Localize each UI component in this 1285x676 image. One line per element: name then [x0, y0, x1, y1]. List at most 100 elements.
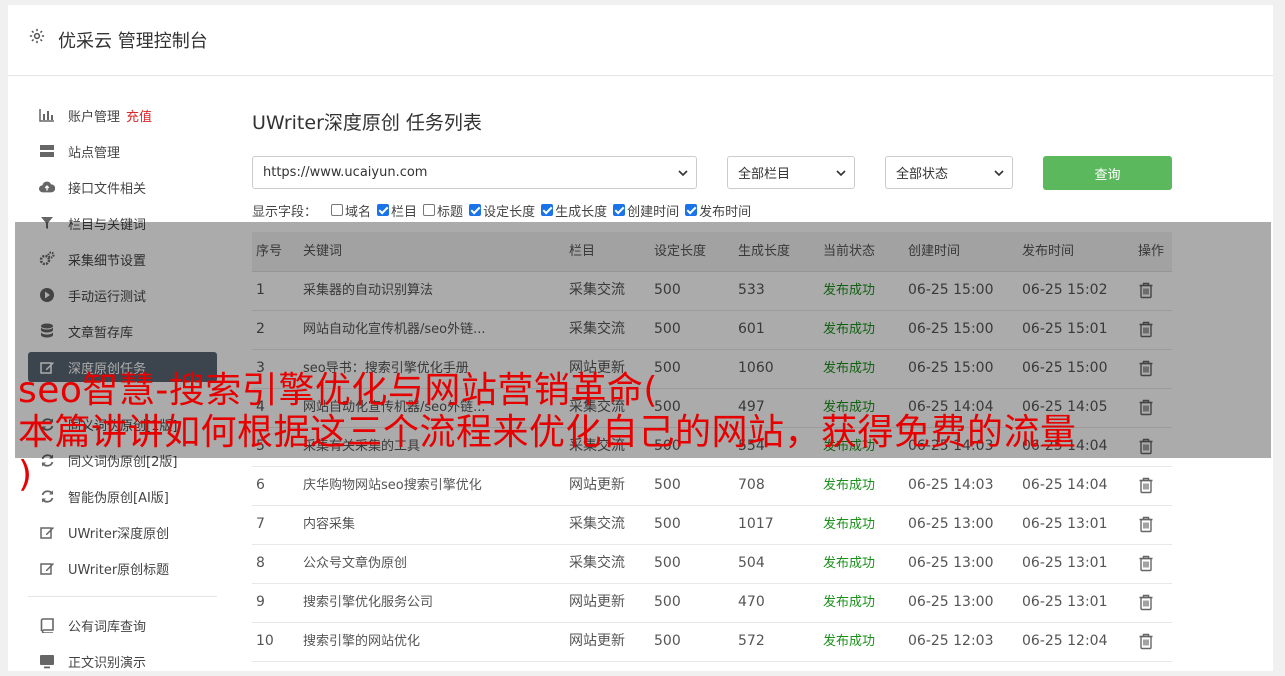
trash-icon[interactable]: [1138, 321, 1154, 338]
column-select-value: 全部栏目: [738, 167, 791, 182]
row-set-length: 500: [654, 321, 681, 337]
row-index: 1: [256, 282, 265, 298]
table-row: 7 内容采集 采集交流 500 1017 发布成功 06-25 13:00 06-25 13:…: [252, 505, 1172, 545]
checkbox[interactable]: [469, 204, 482, 216]
trash-icon[interactable]: [1138, 516, 1154, 533]
col-header-index: 序号: [256, 244, 283, 259]
sidebar-item-collect-settings[interactable]: 采集细节设置: [28, 244, 217, 274]
col-header-set-length: 设定长度: [654, 244, 707, 259]
field-checkbox-created[interactable]: 创建时间: [613, 201, 679, 220]
sidebar-item-article-store[interactable]: 文章暂存库: [28, 316, 217, 346]
filter-icon: [39, 215, 55, 231]
table-row: 9 搜索引擎优化服务公司 网站更新 500 470 发布成功 06-25 13:00 06-2…: [252, 583, 1172, 623]
row-column: 采集交流: [569, 516, 625, 532]
recharge-link[interactable]: 充值: [126, 106, 152, 125]
row-status: 发布成功: [823, 283, 876, 298]
sidebar-item-sites[interactable]: 站点管理: [28, 136, 217, 166]
row-column: 网站更新: [569, 633, 625, 649]
promo-headline-line2: 本篇讲讲如何根据这三个流程来优化自己的网站，获得免费的流量: [18, 412, 1077, 453]
checkbox-label: 标题: [437, 204, 464, 220]
row-created: 06-25 13:00: [908, 594, 994, 610]
col-header-published: 发布时间: [1022, 244, 1075, 259]
table-header-row: 序号 关键词 栏目 设定长度 生成长度 当前状态 创建时间 发布时间 操作: [252, 232, 1172, 272]
sidebar-item-interface-files[interactable]: 接口文件相关: [28, 172, 217, 202]
row-created: 06-25 15:00: [908, 282, 994, 298]
display-fields-label: 显示字段：: [252, 204, 318, 220]
sidebar-item-body-recognition[interactable]: 正文识别演示: [28, 646, 217, 676]
sidebar-item-label: 接口文件相关: [68, 181, 147, 197]
row-gen-length: 470: [738, 594, 765, 610]
sidebar-item-label: 正文识别演示: [68, 655, 147, 671]
sidebar-item-columns-keywords[interactable]: 栏目与关键词: [28, 208, 217, 238]
sidebar-item-uwriter-title[interactable]: UWriter原创标题: [28, 553, 217, 583]
col-header-keyword: 关键词: [303, 244, 343, 259]
row-index: 10: [256, 633, 274, 649]
sidebar-item-public-lexicon[interactable]: 公有词库查询: [28, 610, 217, 640]
checkbox[interactable]: [377, 204, 390, 216]
sidebar-item-account[interactable]: 账户管理 充值: [28, 100, 217, 130]
row-index: 9: [256, 594, 265, 610]
sidebar-item-label: UWriter原创标题: [68, 562, 170, 578]
col-header-status: 当前状态: [823, 244, 876, 259]
checkbox[interactable]: [331, 204, 344, 216]
checkbox-label: 创建时间: [627, 204, 680, 220]
row-gen-length: 1017: [738, 516, 774, 532]
field-checkbox-gen-length[interactable]: 生成长度: [541, 201, 607, 220]
row-keyword: 公众号文章伪原创: [303, 556, 408, 571]
edit-icon: [39, 560, 55, 576]
bar-chart-icon: [39, 107, 55, 123]
sidebar-item-uwriter-deep[interactable]: UWriter深度原创: [28, 517, 217, 547]
row-published: 06-25 13:01: [1022, 594, 1108, 610]
status-select[interactable]: 全部状态: [885, 156, 1013, 189]
server-icon: [39, 143, 55, 159]
sidebar-item-label: 站点管理: [68, 145, 121, 161]
field-checkbox-published[interactable]: 发布时间: [685, 201, 751, 220]
row-published: 06-25 13:01: [1022, 516, 1108, 532]
checkbox[interactable]: [613, 204, 626, 216]
column-select[interactable]: 全部栏目: [727, 156, 855, 189]
status-select-value: 全部状态: [896, 167, 949, 182]
site-select[interactable]: https://www.ucaiyun.com: [252, 156, 697, 189]
row-published: 06-25 12:04: [1022, 633, 1108, 649]
row-column: 网站更新: [569, 594, 625, 610]
row-set-length: 500: [654, 594, 681, 610]
sidebar-item-label: 手动运行测试: [68, 289, 147, 305]
query-button[interactable]: 查询: [1043, 156, 1172, 190]
row-status: 发布成功: [823, 322, 876, 337]
sidebar-item-manual-run[interactable]: 手动运行测试: [28, 280, 217, 310]
edit-icon: [39, 524, 55, 540]
row-gen-length: 533: [738, 282, 765, 298]
table-row: 1 采集器的自动识别算法 采集交流 500 533 发布成功 06-25 15:00 06-2…: [252, 271, 1172, 311]
row-published: 06-25 15:01: [1022, 321, 1108, 337]
site-select-value: https://www.ucaiyun.com: [263, 165, 428, 180]
promo-headline: seo智慧-搜索引擎优化与网站营销革命( 本篇讲讲如何根据这三个流程来优化自己的…: [18, 370, 1278, 496]
row-created: 06-25 13:00: [908, 555, 994, 571]
database-icon: [39, 323, 55, 339]
row-column: 采集交流: [569, 555, 625, 571]
row-created: 06-25 15:00: [908, 321, 994, 337]
row-status: 发布成功: [823, 517, 876, 532]
sidebar-item-label: 账户管理: [68, 109, 121, 125]
trash-icon[interactable]: [1138, 594, 1154, 611]
row-created: 06-25 12:03: [908, 633, 994, 649]
row-column: 采集交流: [569, 282, 625, 298]
row-keyword: 内容采集: [303, 517, 356, 532]
checkbox[interactable]: [541, 204, 554, 216]
checkbox[interactable]: [423, 204, 436, 216]
trash-icon[interactable]: [1138, 282, 1154, 299]
field-checkbox-set-length[interactable]: 设定长度: [469, 201, 535, 220]
table-row: 2 网站自动化宣传机器/seo外链... 采集交流 500 601 发布成功 06-25 1…: [252, 310, 1172, 350]
row-column: 采集交流: [569, 321, 625, 337]
table-row: 8 公众号文章伪原创 采集交流 500 504 发布成功 06-25 13:00 06-25 …: [252, 544, 1172, 584]
field-checkbox-domain[interactable]: 域名: [331, 201, 371, 220]
field-checkbox-column[interactable]: 栏目: [377, 201, 417, 220]
row-created: 06-25 13:00: [908, 516, 994, 532]
checkbox-label: 域名: [345, 204, 372, 220]
sidebar-divider: [28, 596, 217, 597]
checkbox[interactable]: [685, 204, 698, 216]
field-checkbox-title[interactable]: 标题: [423, 201, 463, 220]
trash-icon[interactable]: [1138, 633, 1154, 650]
trash-icon[interactable]: [1138, 555, 1154, 572]
chevron-down-icon: [836, 170, 846, 177]
col-header-column: 栏目: [569, 244, 596, 259]
